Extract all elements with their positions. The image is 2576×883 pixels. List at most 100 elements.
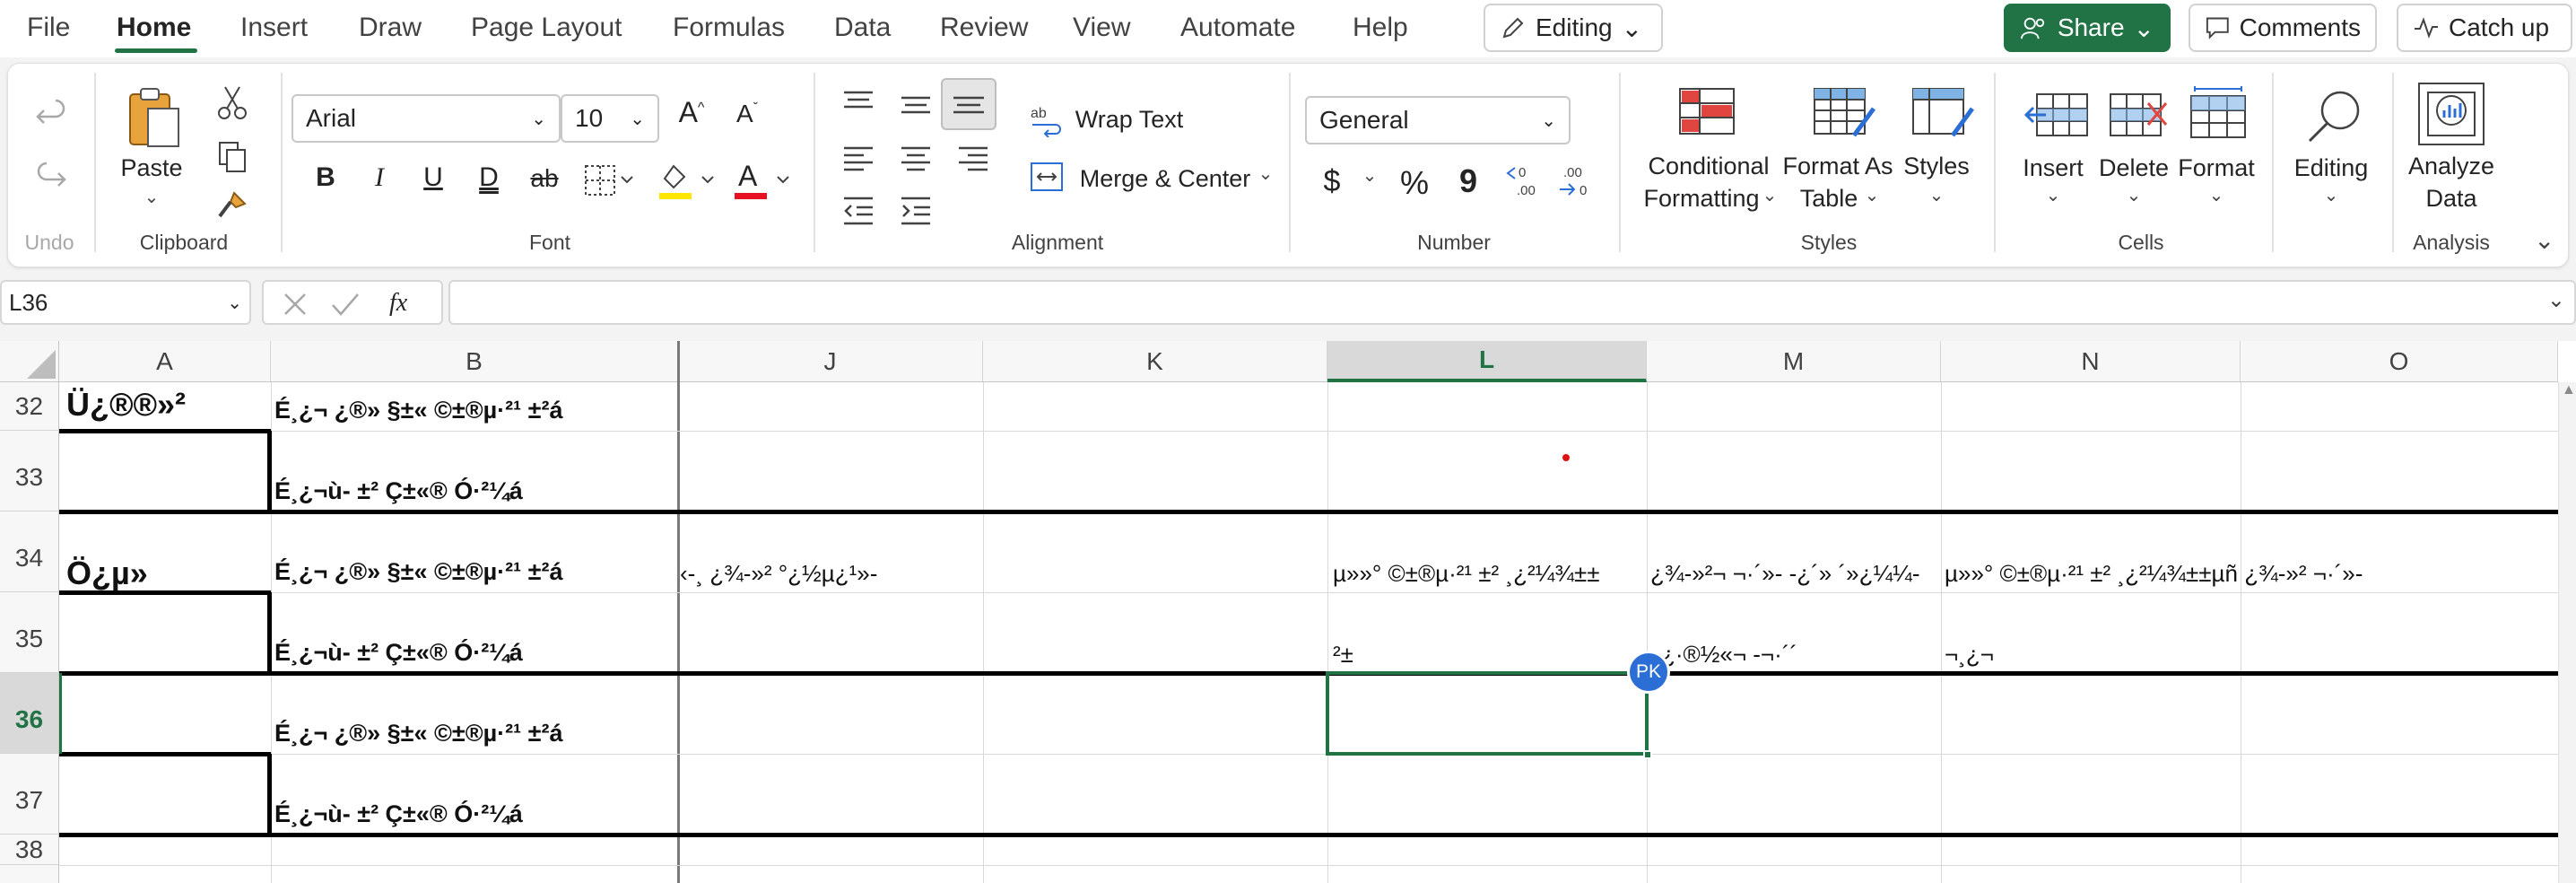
align-center-icon[interactable]: [898, 143, 934, 175]
strikethrough-button[interactable]: ab: [525, 164, 564, 193]
cell-styles-button[interactable]: Styles: [1903, 150, 1970, 182]
scroll-up-icon[interactable]: ▲: [2562, 382, 2576, 398]
conditional-formatting-label-2[interactable]: Formatting: [1643, 182, 1759, 214]
tab-data[interactable]: Data: [834, 13, 891, 43]
cell-j34[interactable]: ‹-¸ ¿¾-»² °¿½µ¿¹»-: [680, 560, 877, 588]
insert-function-button[interactable]: fx: [389, 289, 407, 318]
tab-file[interactable]: File: [27, 13, 70, 43]
row-header-33[interactable]: 33: [0, 431, 59, 511]
spreadsheet-grid[interactable]: A B J K L M N O 32 33 34 35 36 37 38 Ü¿®…: [0, 341, 2576, 883]
fill-handle[interactable]: [1643, 750, 1652, 759]
enter-icon[interactable]: [330, 291, 361, 318]
column-header-k[interactable]: K: [983, 341, 1327, 382]
chevron-down-icon[interactable]: ⌄: [1865, 184, 1880, 206]
select-all-corner[interactable]: [0, 341, 59, 382]
undo-icon[interactable]: [33, 98, 69, 134]
name-box[interactable]: L36 ⌄: [0, 280, 251, 325]
delete-cells-button[interactable]: Delete: [2099, 152, 2169, 184]
align-bottom-button[interactable]: [941, 78, 996, 130]
tab-formulas[interactable]: Formulas: [673, 13, 785, 43]
comments-button[interactable]: Comments: [2189, 4, 2377, 52]
editing-mode-button[interactable]: Editing ⌄: [1484, 4, 1663, 52]
align-left-icon[interactable]: [840, 143, 876, 175]
cell-a34[interactable]: Ö¿µ»: [66, 555, 148, 592]
fill-color-icon[interactable]: [656, 159, 718, 202]
share-button[interactable]: Share ⌄: [2004, 4, 2171, 52]
decrease-decimal-icon[interactable]: .000: [1556, 161, 1599, 200]
merge-center-button[interactable]: Merge & Center: [1080, 162, 1251, 195]
column-header-b[interactable]: B: [271, 341, 678, 382]
format-as-table-label-2[interactable]: Table: [1800, 182, 1858, 214]
chevron-down-icon[interactable]: ⌄: [1258, 162, 1274, 185]
cell-l34[interactable]: µ»»° ©±®µ·²¹ ±² ¸¿²¼¾±±: [1333, 560, 1600, 588]
cancel-icon[interactable]: [282, 291, 309, 318]
decrease-font-size-button[interactable]: Aˇ: [727, 100, 767, 128]
cell-b33[interactable]: É¸¿¬ù- ±² Ç±«® Ó·²¼á: [274, 477, 523, 505]
cut-icon[interactable]: [216, 85, 248, 121]
font-size-dropdown[interactable]: 10 ⌄: [561, 94, 659, 143]
tab-help[interactable]: Help: [1353, 13, 1408, 43]
row-header-32[interactable]: 32: [0, 382, 59, 431]
chevron-down-icon[interactable]: ⌄: [1762, 184, 1778, 206]
decrease-indent-icon[interactable]: [840, 195, 876, 227]
analyze-data-label-2[interactable]: Data: [2425, 182, 2476, 214]
vertical-scrollbar[interactable]: ▲: [2558, 382, 2576, 883]
row-header-36[interactable]: 36: [0, 673, 59, 754]
column-header-o[interactable]: O: [2241, 341, 2558, 382]
tab-review[interactable]: Review: [940, 13, 1028, 43]
cell-b36[interactable]: É¸¿¬ ¿®» §±« ©±®µ·²¹ ±²á: [274, 720, 562, 747]
double-underline-button[interactable]: D: [469, 162, 509, 193]
row-header-38[interactable]: 38: [0, 835, 59, 865]
cell-b32[interactable]: É¸¿¬ ¿®» §±« ©±®µ·²¹ ±²á: [274, 397, 562, 424]
cell-a32[interactable]: Ü¿®®»²: [66, 386, 186, 424]
bold-button[interactable]: B: [306, 162, 345, 193]
align-top-icon[interactable]: [840, 87, 876, 119]
tab-draw[interactable]: Draw: [359, 13, 422, 43]
collapse-ribbon-icon[interactable]: ⌄: [2534, 225, 2554, 255]
row-header-35[interactable]: 35: [0, 592, 59, 673]
cell-b34[interactable]: É¸¿¬ ¿®» §±« ©±®µ·²¹ ±²á: [274, 558, 562, 586]
copy-icon[interactable]: [216, 139, 248, 175]
active-cell-l36[interactable]: [1326, 671, 1649, 756]
tab-insert[interactable]: Insert: [240, 13, 308, 43]
underline-button[interactable]: U: [413, 162, 453, 193]
borders-icon[interactable]: [582, 162, 636, 198]
increase-decimal-icon[interactable]: 0.00: [1504, 161, 1547, 200]
tab-view[interactable]: View: [1073, 13, 1130, 43]
currency-button[interactable]: $: [1312, 164, 1352, 199]
format-as-table-label-1[interactable]: Format As: [1782, 150, 1893, 182]
cell-n34[interactable]: µ»»° ©±®µ·²¹ ±² ¸¿²¼¾±±µñ ¿¾-»² ¬·´»-: [1945, 560, 2363, 588]
increase-font-size-button[interactable]: A^: [672, 96, 711, 129]
format-cells-button[interactable]: Format: [2178, 152, 2255, 184]
italic-button[interactable]: I: [360, 162, 399, 193]
tab-automate[interactable]: Automate: [1180, 13, 1295, 43]
cell-l35[interactable]: ²±: [1333, 641, 1353, 669]
chevron-down-icon[interactable]: ⌄: [2209, 184, 2224, 206]
conditional-formatting-label-1[interactable]: Conditional: [1648, 150, 1769, 182]
font-color-icon[interactable]: A: [731, 157, 794, 202]
paste-label[interactable]: Paste: [120, 152, 182, 184]
catch-up-button[interactable]: Catch up: [2397, 4, 2572, 52]
row-header-37[interactable]: 37: [0, 754, 59, 835]
chevron-down-icon[interactable]: ⌄: [144, 186, 160, 208]
row-header-39[interactable]: [0, 865, 59, 883]
expand-formula-bar-icon[interactable]: ⌄: [2547, 287, 2565, 313]
chevron-down-icon[interactable]: ⌄: [1362, 164, 1378, 187]
insert-cells-button[interactable]: Insert: [2023, 152, 2084, 184]
paste-icon[interactable]: [125, 85, 184, 150]
cell-b37[interactable]: É¸¿¬ù- ±² Ç±«® Ó·²¼á: [274, 800, 523, 828]
increase-indent-icon[interactable]: [898, 195, 934, 227]
editing-button[interactable]: Editing: [2294, 152, 2369, 184]
align-right-icon[interactable]: [955, 143, 991, 175]
wrap-text-button[interactable]: Wrap Text: [1075, 103, 1184, 136]
align-middle-icon[interactable]: [898, 91, 934, 123]
comma-style-button[interactable]: 9: [1449, 162, 1488, 200]
formula-input[interactable]: ⌄: [448, 280, 2576, 325]
cell-n35[interactable]: ¬¸¿¬: [1945, 641, 1994, 669]
column-header-n[interactable]: N: [1941, 341, 2241, 382]
chevron-down-icon[interactable]: ⌄: [2324, 184, 2339, 206]
column-header-j[interactable]: J: [678, 341, 983, 382]
cell-b35[interactable]: É¸¿¬ù- ±² Ç±«® Ó·²¼á: [274, 639, 523, 667]
number-format-dropdown[interactable]: General ⌄: [1305, 96, 1571, 144]
redo-icon[interactable]: [33, 161, 69, 197]
